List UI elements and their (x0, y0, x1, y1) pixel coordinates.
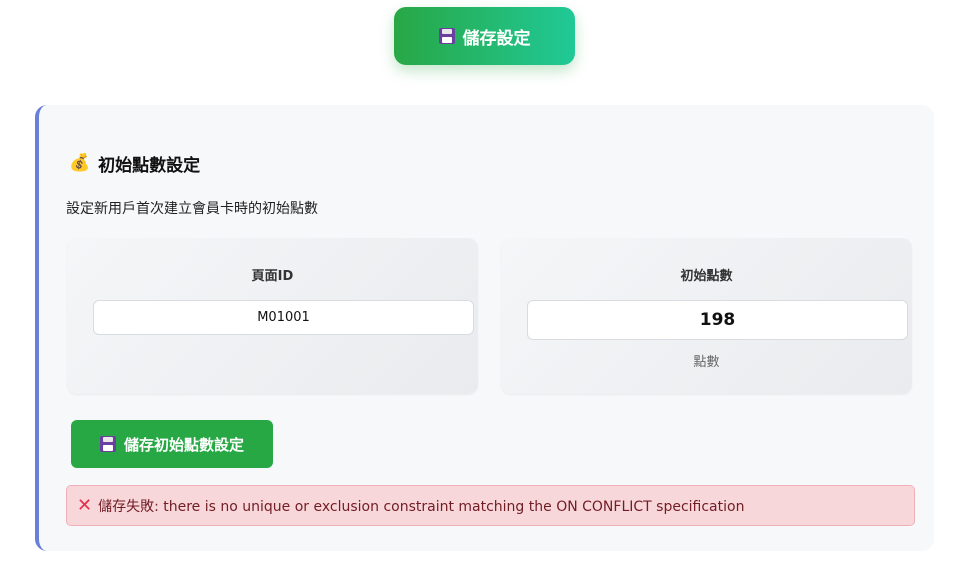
initial-points-card: 💰 初始點數設定 設定新用戶首次建立會員卡時的初始點數 頁面ID 初始點數 點數… (35, 105, 934, 551)
save-settings-button[interactable]: 儲存設定 (394, 7, 575, 65)
error-message: 儲存失敗: there is no unique or exclusion co… (98, 498, 745, 515)
money-bag-icon: 💰 (69, 153, 91, 173)
save-initial-points-label: 儲存初始點數設定 (123, 436, 244, 454)
card-description: 設定新用戶首次建立會員卡時的初始點數 (66, 201, 318, 217)
initial-points-box: 初始點數 點數 (501, 238, 912, 394)
page-id-input[interactable] (93, 300, 474, 335)
page-id-box: 頁面ID (67, 238, 478, 394)
save-initial-points-button[interactable]: 儲存初始點數設定 (71, 420, 273, 468)
error-alert: ✕ 儲存失敗: there is no unique or exclusion … (66, 485, 915, 526)
card-title: 💰 初始點數設定 (69, 151, 201, 177)
card-title-text: 初始點數設定 (98, 156, 201, 176)
initial-points-input[interactable] (527, 300, 908, 340)
points-unit-label: 點數 (693, 355, 720, 370)
floppy-disk-icon (99, 436, 116, 452)
initial-points-label: 初始點數 (680, 269, 733, 284)
floppy-disk-icon (438, 28, 455, 44)
x-icon: ✕ (77, 494, 93, 516)
save-settings-label: 儲存設定 (462, 28, 531, 48)
page-id-label: 頁面ID (251, 269, 294, 284)
